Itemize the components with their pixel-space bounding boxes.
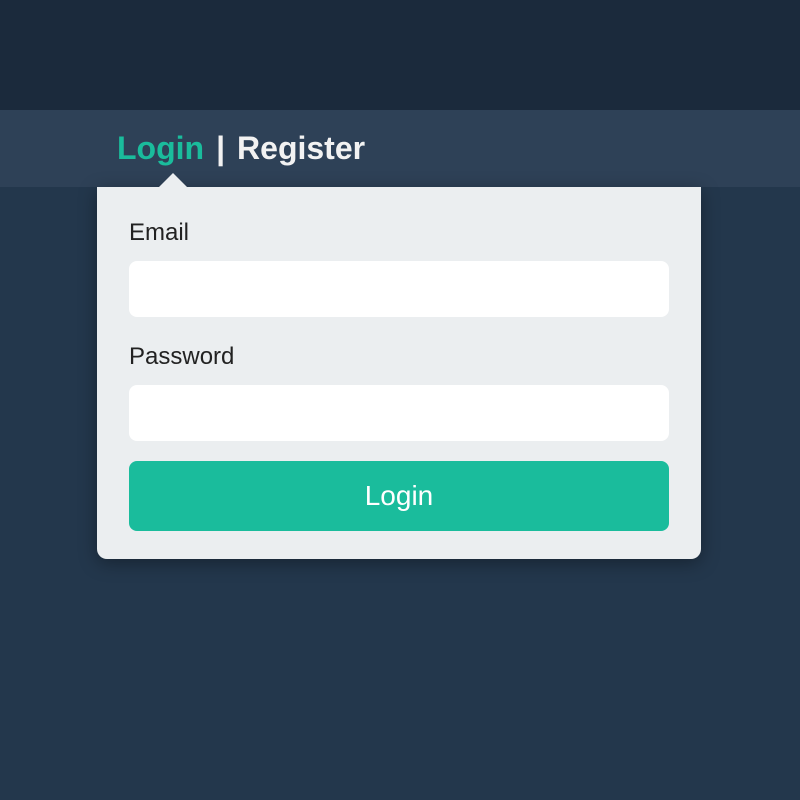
header-bar: Login | Register xyxy=(0,110,800,187)
tab-register[interactable]: Register xyxy=(237,130,365,167)
auth-tabs: Login | Register xyxy=(117,130,800,167)
tab-separator: | xyxy=(216,130,225,167)
email-input[interactable] xyxy=(129,261,669,317)
login-button[interactable]: Login xyxy=(129,461,669,531)
password-label: Password xyxy=(129,343,669,371)
email-label: Email xyxy=(129,219,669,247)
tab-login[interactable]: Login xyxy=(117,130,204,167)
login-form-panel: Email Password Login xyxy=(97,187,701,559)
password-input[interactable] xyxy=(129,385,669,441)
top-banner xyxy=(0,0,800,110)
